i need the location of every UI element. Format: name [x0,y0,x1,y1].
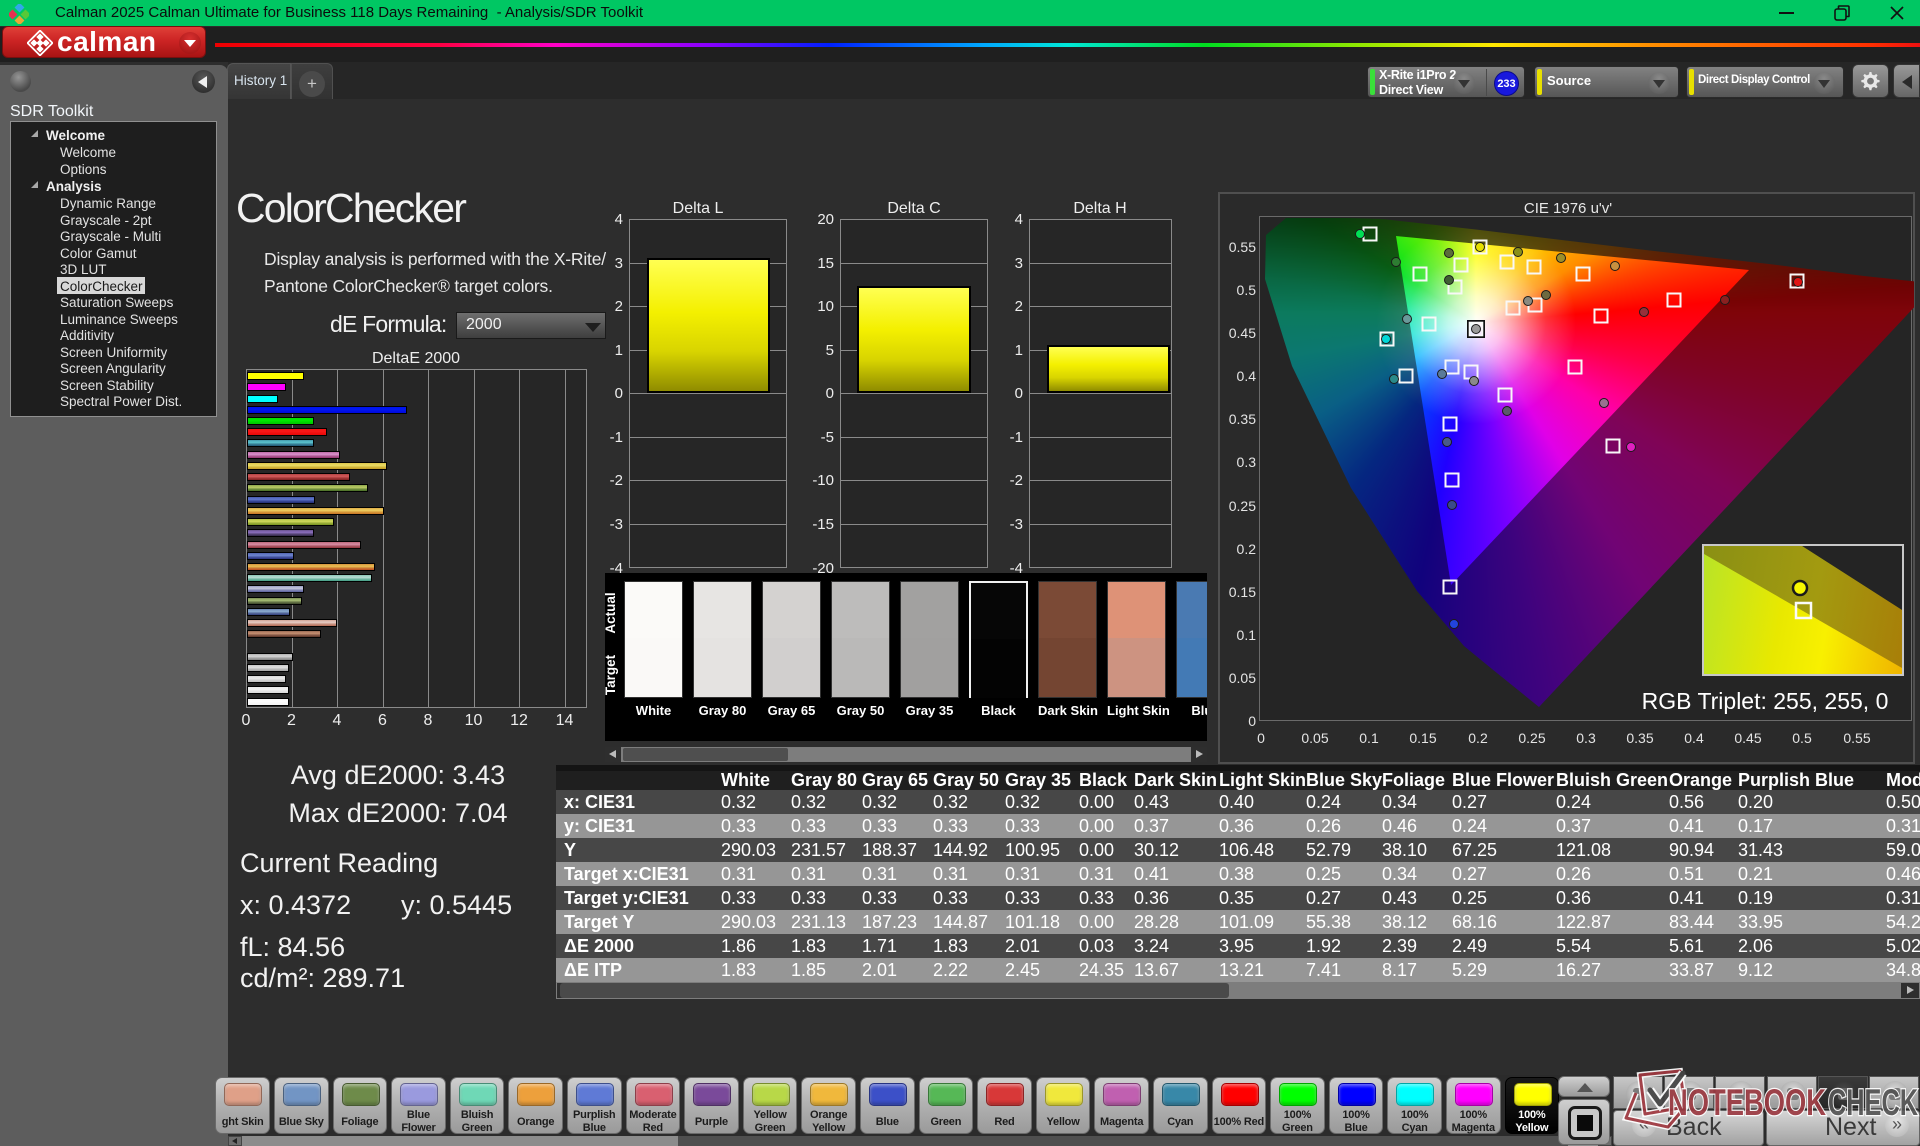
svg-text:CHECK: CHECK [1828,1082,1918,1123]
svg-text:NOTEBOOK: NOTEBOOK [1668,1082,1826,1123]
